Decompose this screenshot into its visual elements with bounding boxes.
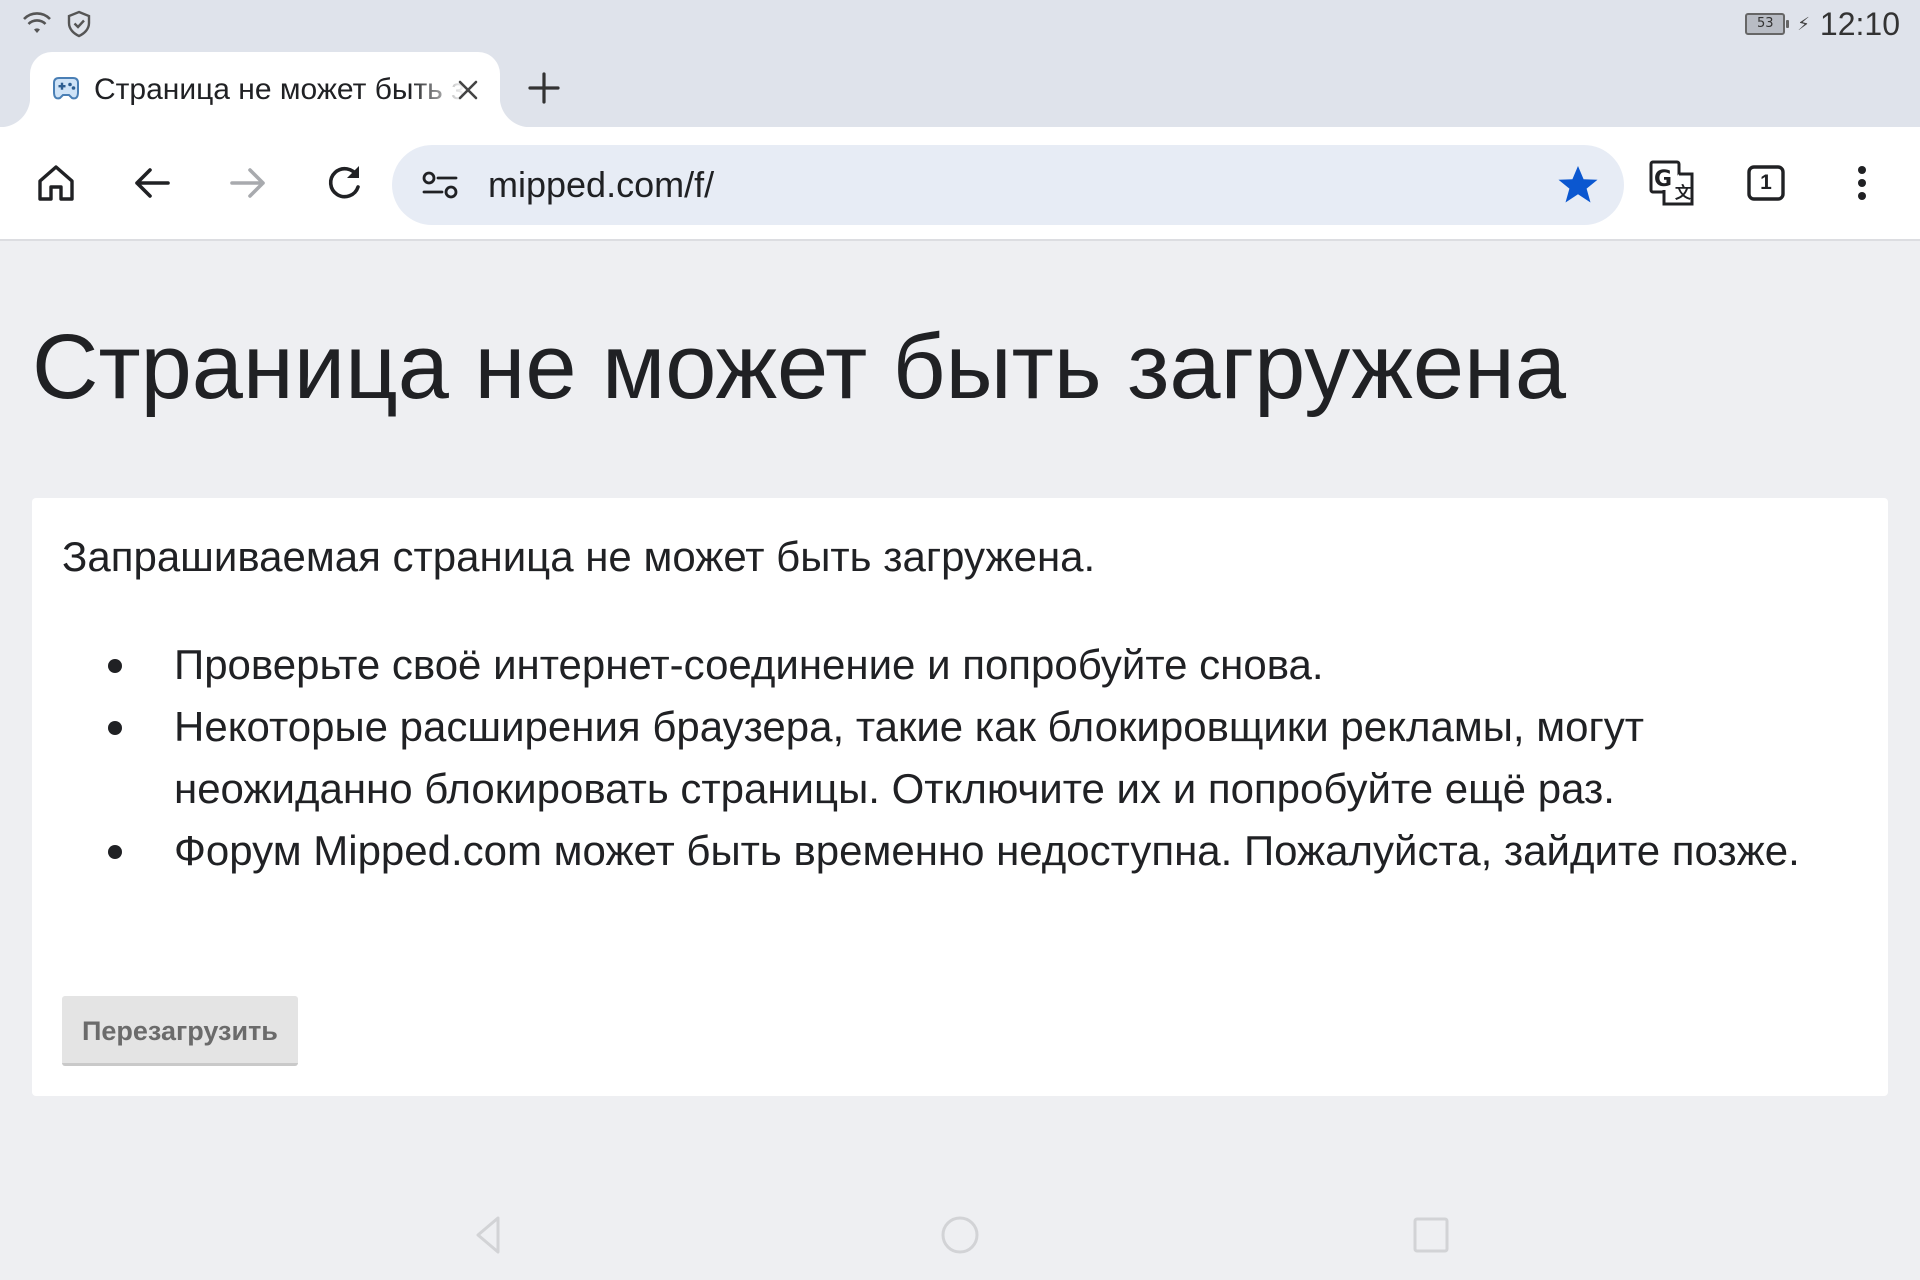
- clock: 12:10: [1819, 6, 1900, 42]
- error-card: Запрашиваемая страница не может быть заг…: [32, 498, 1888, 1096]
- bookmark-star-icon[interactable]: [1556, 163, 1600, 207]
- battery-level: 53: [1757, 16, 1774, 31]
- more-menu-icon[interactable]: [1838, 159, 1886, 207]
- shield-icon: [66, 10, 92, 43]
- reload-icon[interactable]: [320, 159, 368, 207]
- tab-title: Страница не может быть загружена: [94, 73, 466, 106]
- back-arrow-icon[interactable]: [128, 159, 176, 207]
- forward-arrow-icon: [224, 159, 272, 207]
- status-left: [22, 10, 92, 43]
- tab-count: 1: [1760, 171, 1772, 194]
- svg-text:G: G: [1654, 167, 1672, 192]
- tip-item: Проверьте своё интернет-соединение и поп…: [62, 634, 1822, 696]
- plus-icon[interactable]: [522, 66, 566, 110]
- translate-icon[interactable]: G 文: [1648, 159, 1696, 207]
- system-navigation-bar: [0, 1190, 1920, 1280]
- battery-icon: 53: [1745, 13, 1790, 35]
- nav-recents-icon[interactable]: [1406, 1210, 1456, 1260]
- status-right: 53 ⚡ 12:10: [1745, 4, 1900, 44]
- url-text[interactable]: mipped.com/f/: [488, 165, 714, 205]
- close-icon[interactable]: [452, 74, 484, 106]
- wifi-icon: [22, 11, 52, 42]
- tip-item: Некоторые расширения браузера, такие как…: [62, 696, 1822, 820]
- nav-back-icon[interactable]: [465, 1210, 515, 1260]
- page-title: Страница не может быть загружена: [32, 316, 1566, 418]
- tab-strip: Страница не может быть загружена: [0, 50, 1920, 127]
- status-bar: 53 ⚡ 12:10: [0, 0, 1920, 50]
- browser-screen: 53 ⚡ 12:10 Страница не может быть загруж…: [0, 0, 1920, 1280]
- site-settings-icon[interactable]: [420, 167, 460, 203]
- error-intro: Запрашиваемая страница не может быть заг…: [62, 533, 1096, 580]
- tip-item: Форум Mipped.com может быть временно нед…: [62, 820, 1822, 882]
- home-icon[interactable]: [32, 159, 80, 207]
- reload-button[interactable]: Перезагрузить: [62, 996, 298, 1066]
- address-bar[interactable]: mipped.com/f/: [392, 145, 1624, 225]
- active-tab[interactable]: Страница не может быть загружена: [0, 52, 530, 127]
- gamepad-favicon-icon: [50, 74, 82, 104]
- tab-switcher-icon[interactable]: 1: [1742, 159, 1790, 207]
- svg-text:文: 文: [1675, 183, 1692, 202]
- tips-list: Проверьте своё интернет-соединение и поп…: [62, 634, 1822, 882]
- browser-toolbar: mipped.com/f/ G 文 1: [0, 127, 1920, 241]
- charging-icon: ⚡: [1797, 13, 1810, 34]
- nav-home-icon[interactable]: [935, 1210, 985, 1260]
